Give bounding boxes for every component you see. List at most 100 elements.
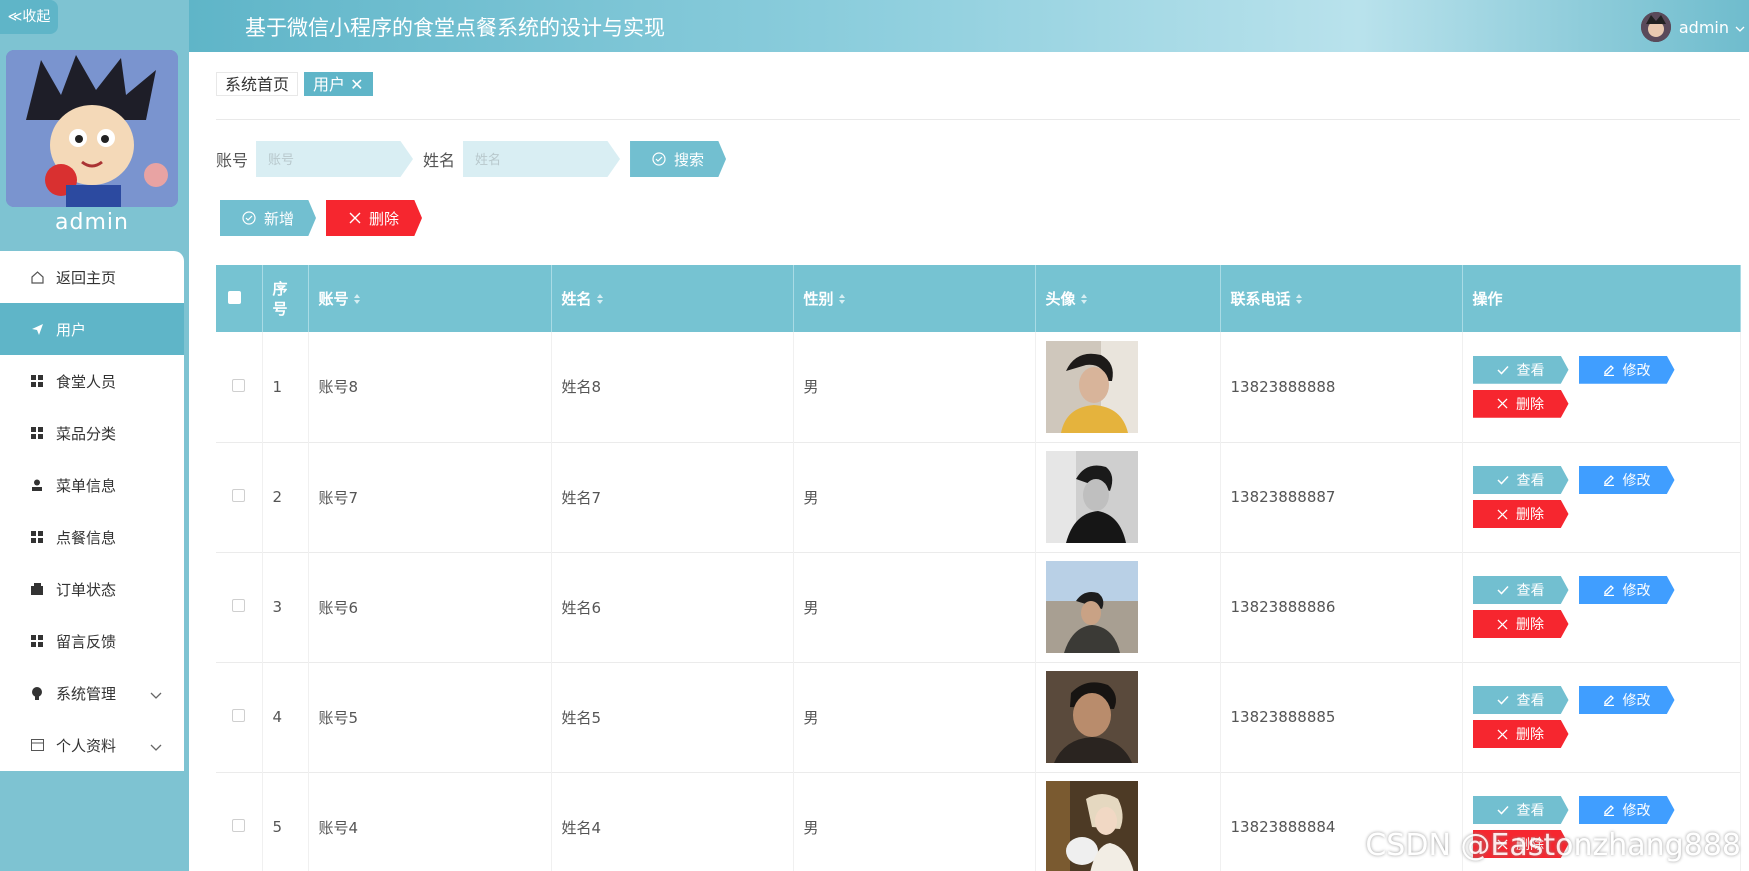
header-account-label: 账号 [318,290,349,308]
header-name[interactable]: 姓名 [551,265,794,332]
delete-button[interactable]: 删除 [1472,500,1569,528]
table-row: 2 账号7 姓名7 男 13823888887 查看 修改 删除 [216,442,1741,552]
delete-label: 删除 [1516,616,1544,632]
cell-actions: 查看 修改 删除 [1462,332,1741,442]
sidebar-item-users[interactable]: 用户 [0,303,184,355]
cell-name: 姓名5 [551,662,794,772]
cell-no: 5 [262,772,309,871]
row-checkbox[interactable] [232,489,245,502]
edit-icon [1603,695,1614,706]
account-search-input[interactable] [256,141,414,177]
sidebar-item-profile[interactable]: 个人资料 [0,719,184,771]
row-checkbox[interactable] [232,819,245,832]
sort-icon[interactable] [838,291,846,309]
sidebar-item-system-management[interactable]: 系统管理 [0,667,184,719]
bulb-icon [30,686,44,700]
edit-button[interactable]: 修改 [1578,355,1675,384]
sidebar-item-dish-category[interactable]: 菜品分类 [0,407,184,459]
send-icon [30,323,44,336]
sidebar-item-order-info[interactable]: 点餐信息 [0,511,184,563]
table-row: 4 账号5 姓名5 男 13823888885 查看 修改 删除 [216,662,1741,772]
view-button[interactable]: 查看 [1472,466,1569,494]
view-button[interactable]: 查看 [1472,576,1569,604]
cell-avatar [1035,442,1221,552]
sort-icon[interactable] [596,291,604,309]
name-search-input[interactable] [463,141,621,177]
edit-label: 修改 [1622,582,1651,598]
cell-gender: 男 [793,552,1036,662]
view-label: 查看 [1516,472,1545,488]
header-avatar-label: 头像 [1045,290,1076,308]
view-button[interactable]: 查看 [1472,686,1569,714]
tab-users[interactable]: 用户 ✕ [304,72,373,96]
name-label: 姓名 [423,151,456,170]
cell-account: 账号7 [308,442,552,552]
table-header-row: 序号 账号 姓名 性别 头像 联系电话 操作 [216,265,1741,332]
header-gender[interactable]: 性别 [793,265,1036,332]
view-button[interactable]: 查看 [1472,355,1569,384]
cell-actions: 查看 修改 删除 [1462,552,1741,662]
tab-home[interactable]: 系统首页 [216,72,299,96]
sidebar-item-feedback[interactable]: 留言反馈 [0,615,184,667]
cell-gender: 男 [793,442,1036,552]
row-checkbox[interactable] [232,378,245,392]
search-bar: 账号 姓名 搜索 [216,141,727,177]
row-checkbox[interactable] [232,599,245,612]
sidebar-item-canteen-staff[interactable]: 食堂人员 [0,355,184,407]
header-name-label: 姓名 [561,290,592,308]
cell-avatar [1035,332,1221,442]
cell-avatar [1035,552,1221,662]
bulk-delete-button[interactable]: 删除 [326,200,422,236]
check-circle-icon [242,211,256,225]
row-select-cell [216,772,263,871]
header-phone[interactable]: 联系电话 [1220,265,1463,332]
view-button[interactable]: 查看 [1472,796,1569,824]
select-all-cell [216,265,262,332]
header-no: 序号 [262,265,309,332]
delete-label: 删除 [1516,506,1544,522]
header-account[interactable]: 账号 [308,265,552,332]
delete-label: 删除 [1516,395,1544,412]
sidebar-item-home[interactable]: 返回主页 [0,251,184,303]
home-icon [30,270,44,284]
chevron-down-icon [1735,18,1745,37]
view-label: 查看 [1516,582,1545,598]
cell-actions: 查看 修改 删除 [1462,662,1741,772]
edit-button[interactable]: 修改 [1578,576,1675,604]
check-circle-icon [652,152,666,166]
header-actions: 操作 [1462,265,1741,332]
add-button-label: 新增 [263,210,294,228]
sort-icon[interactable] [353,291,361,309]
grid-icon [30,375,44,387]
sidebar-item-label: 个人资料 [56,736,117,755]
sidebar-item-label: 用户 [56,320,87,339]
select-all-checkbox[interactable] [228,290,241,304]
header-avatar[interactable]: 头像 [1035,265,1221,332]
sort-icon[interactable] [1295,291,1303,309]
action-bar: 新增 删除 [220,200,422,236]
watermark: CSDN @Eastonzhang888 [1365,828,1741,863]
sidebar-item-label: 留言反馈 [56,632,117,651]
row-checkbox[interactable] [232,709,245,722]
user-menu[interactable]: admin [1640,12,1745,42]
search-button[interactable]: 搜索 [630,141,727,177]
edit-button[interactable]: 修改 [1578,796,1675,824]
edit-button[interactable]: 修改 [1578,686,1675,714]
sort-icon[interactable] [1080,291,1088,309]
add-button[interactable]: 新增 [220,200,316,236]
sidebar-item-order-status[interactable]: 订单状态 [0,563,184,615]
edit-button[interactable]: 修改 [1578,466,1675,494]
search-button-label: 搜索 [674,151,705,169]
cell-account: 账号6 [308,552,552,662]
sidebar-item-label: 返回主页 [56,268,117,287]
card-icon [30,739,44,751]
user-photo [1045,451,1138,543]
delete-button[interactable]: 删除 [1472,610,1569,638]
cell-phone: 13823888887 [1220,442,1463,552]
user-photo [1045,671,1138,763]
collapse-button[interactable]: ≪收起 [0,0,58,34]
sidebar-item-menu-info[interactable]: 菜单信息 [0,459,184,511]
cell-name: 姓名7 [551,442,794,552]
delete-button[interactable]: 删除 [1472,720,1569,748]
delete-button[interactable]: 删除 [1472,389,1569,418]
